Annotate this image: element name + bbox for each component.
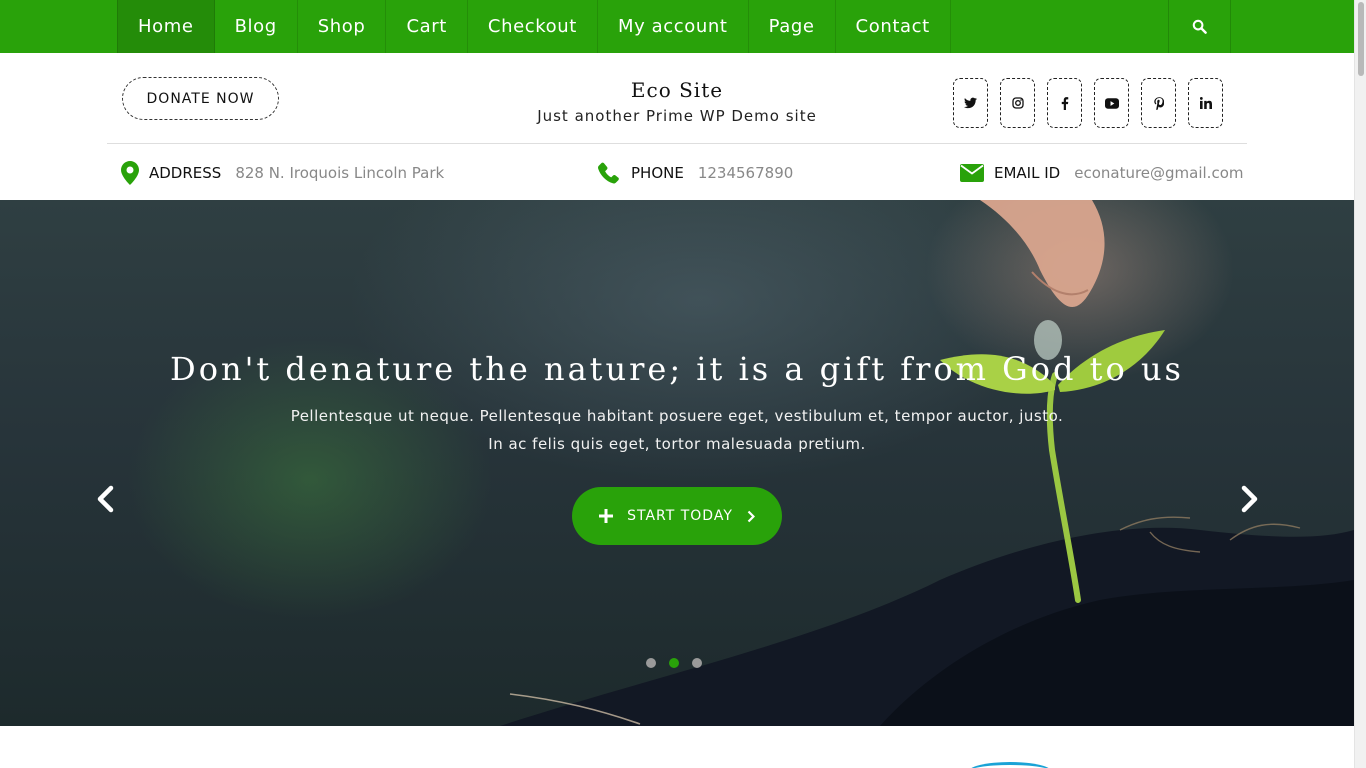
phone-value: 1234567890 — [697, 164, 794, 182]
address-label: ADDRESS — [149, 164, 222, 182]
facebook-icon — [1061, 96, 1068, 110]
address-info: ADDRESS 828 N. Iroquois Lincoln Park — [121, 160, 444, 186]
nav-item-shop[interactable]: Shop — [298, 0, 387, 53]
social-links — [953, 78, 1223, 128]
youtube-link[interactable] — [1094, 78, 1129, 128]
nav-item-checkout[interactable]: Checkout — [468, 0, 598, 53]
email-value: econature@gmail.com — [1074, 164, 1244, 182]
plus-icon — [599, 509, 614, 523]
section-decoration — [968, 762, 1052, 768]
slider-indicators — [646, 658, 702, 668]
hero-background-image — [500, 200, 1354, 726]
nav-item-contact[interactable]: Contact — [836, 0, 951, 53]
nav-item-page[interactable]: Page — [749, 0, 836, 53]
slider-next-button[interactable] — [1235, 482, 1265, 516]
nav-item-my-account[interactable]: My account — [598, 0, 749, 53]
hero-slider: Don't denature the nature; it is a gift … — [0, 200, 1354, 726]
chevron-right-icon — [747, 510, 755, 522]
slider-prev-button[interactable] — [90, 482, 120, 516]
slider-dot-3[interactable] — [692, 658, 702, 668]
phone-label: PHONE — [631, 164, 684, 182]
donate-now-button[interactable]: DONATE NOW — [122, 77, 279, 120]
site-title[interactable]: Eco Site — [477, 78, 877, 102]
top-navigation: Home Blog Shop Cart Checkout My account … — [0, 0, 1354, 53]
chevron-left-icon — [97, 485, 114, 513]
email-label: EMAIL ID — [994, 164, 1061, 182]
scrollbar-thumb[interactable] — [1358, 2, 1364, 76]
start-today-button[interactable]: START TODAY — [572, 487, 782, 545]
linkedin-icon — [1199, 97, 1212, 109]
pinterest-icon — [1153, 96, 1164, 110]
hero-description: Pellentesque ut neque. Pellentesque habi… — [290, 407, 1064, 453]
slider-dot-1[interactable] — [646, 658, 656, 668]
address-value: 828 N. Iroquois Lincoln Park — [235, 164, 445, 182]
instagram-link[interactable] — [1000, 78, 1035, 128]
twitter-link[interactable] — [953, 78, 988, 128]
instagram-icon — [1011, 97, 1024, 109]
start-today-label: START TODAY — [627, 508, 733, 524]
search-button[interactable] — [1168, 0, 1231, 53]
phone-icon — [598, 162, 620, 184]
nav-item-cart[interactable]: Cart — [386, 0, 468, 53]
phone-info: PHONE 1234567890 — [596, 160, 793, 186]
map-marker-icon — [121, 161, 139, 185]
nav-menu: Home Blog Shop Cart Checkout My account … — [117, 0, 951, 53]
envelope-icon — [960, 164, 984, 182]
search-icon — [1192, 19, 1207, 34]
chevron-right-icon — [1241, 485, 1258, 513]
slider-dot-2[interactable] — [669, 658, 679, 668]
nav-item-home[interactable]: Home — [117, 0, 215, 53]
header-divider — [107, 143, 1247, 144]
site-tagline: Just another Prime WP Demo site — [537, 107, 817, 125]
email-info: EMAIL ID econature@gmail.com — [960, 160, 1244, 186]
page-scrollbar[interactable] — [1354, 0, 1366, 768]
facebook-link[interactable] — [1047, 78, 1082, 128]
linkedin-link[interactable] — [1188, 78, 1223, 128]
nav-item-blog[interactable]: Blog — [215, 0, 298, 53]
hero-title: Don't denature the nature; it is a gift … — [170, 350, 1184, 388]
pinterest-link[interactable] — [1141, 78, 1176, 128]
youtube-icon — [1104, 97, 1119, 109]
twitter-icon — [964, 97, 977, 109]
